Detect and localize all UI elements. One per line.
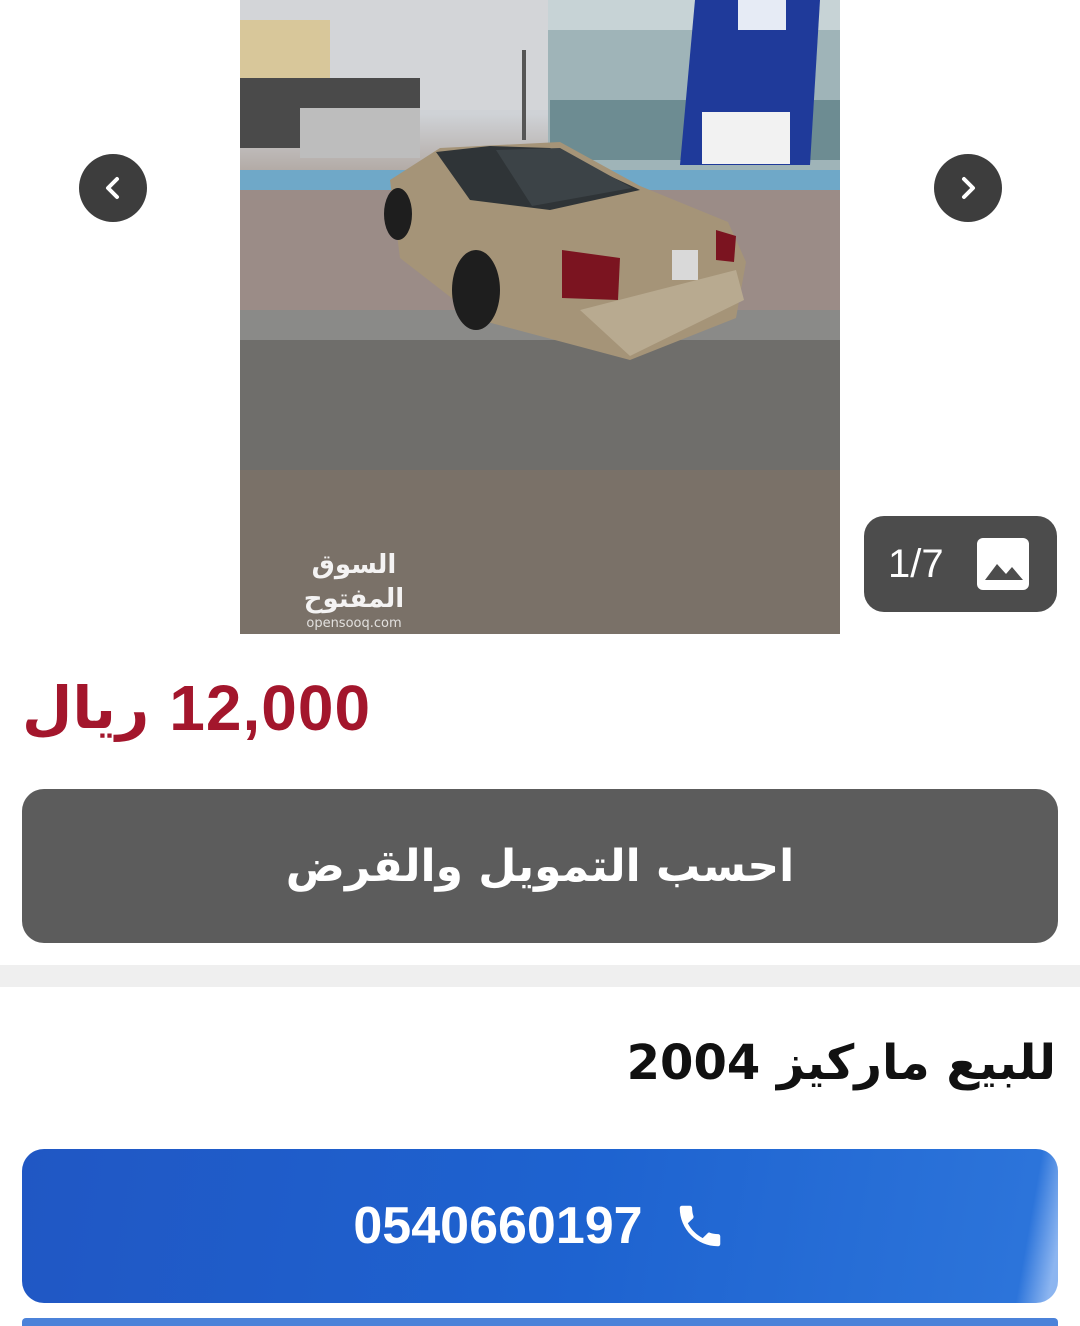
watermark: السوق المفتوح opensooq.com <box>264 548 444 632</box>
car-photo[interactable]: السوق المفتوح opensooq.com <box>240 0 840 634</box>
watermark-arabic: السوق المفتوح <box>303 550 405 614</box>
next-section-edge <box>22 1318 1058 1326</box>
watermark-english: opensooq.com <box>306 616 402 631</box>
section-divider <box>0 965 1080 987</box>
image-counter[interactable]: 1/7 <box>864 516 1057 612</box>
image-gallery: السوق المفتوح opensooq.com 1/7 <box>0 0 1080 634</box>
phone-icon <box>679 1205 720 1247</box>
car-photo-illustration <box>240 0 840 634</box>
chevron-right-icon <box>962 177 975 199</box>
price-amount: 12,000 <box>169 672 372 744</box>
call-button[interactable]: 0540660197 <box>22 1149 1058 1303</box>
phone-number: 0540660197 <box>353 1197 643 1255</box>
price-currency: ريال <box>22 674 150 742</box>
image-counter-text: 1/7 <box>888 541 944 586</box>
listing-title: للبيع ماركيز 2004 <box>626 1035 1056 1091</box>
listing-page: السوق المفتوح opensooq.com 1/7 ريال 12,0… <box>0 0 1080 1326</box>
image-icon <box>977 538 1029 590</box>
price: ريال 12,000 <box>22 666 371 750</box>
chevron-left-icon <box>106 177 119 199</box>
next-image-button[interactable] <box>934 154 1002 222</box>
previous-image-button[interactable] <box>79 154 147 222</box>
finance-calculator-button[interactable]: احسب التمويل والقرض <box>22 789 1058 943</box>
finance-calculator-label: احسب التمويل والقرض <box>285 840 795 892</box>
